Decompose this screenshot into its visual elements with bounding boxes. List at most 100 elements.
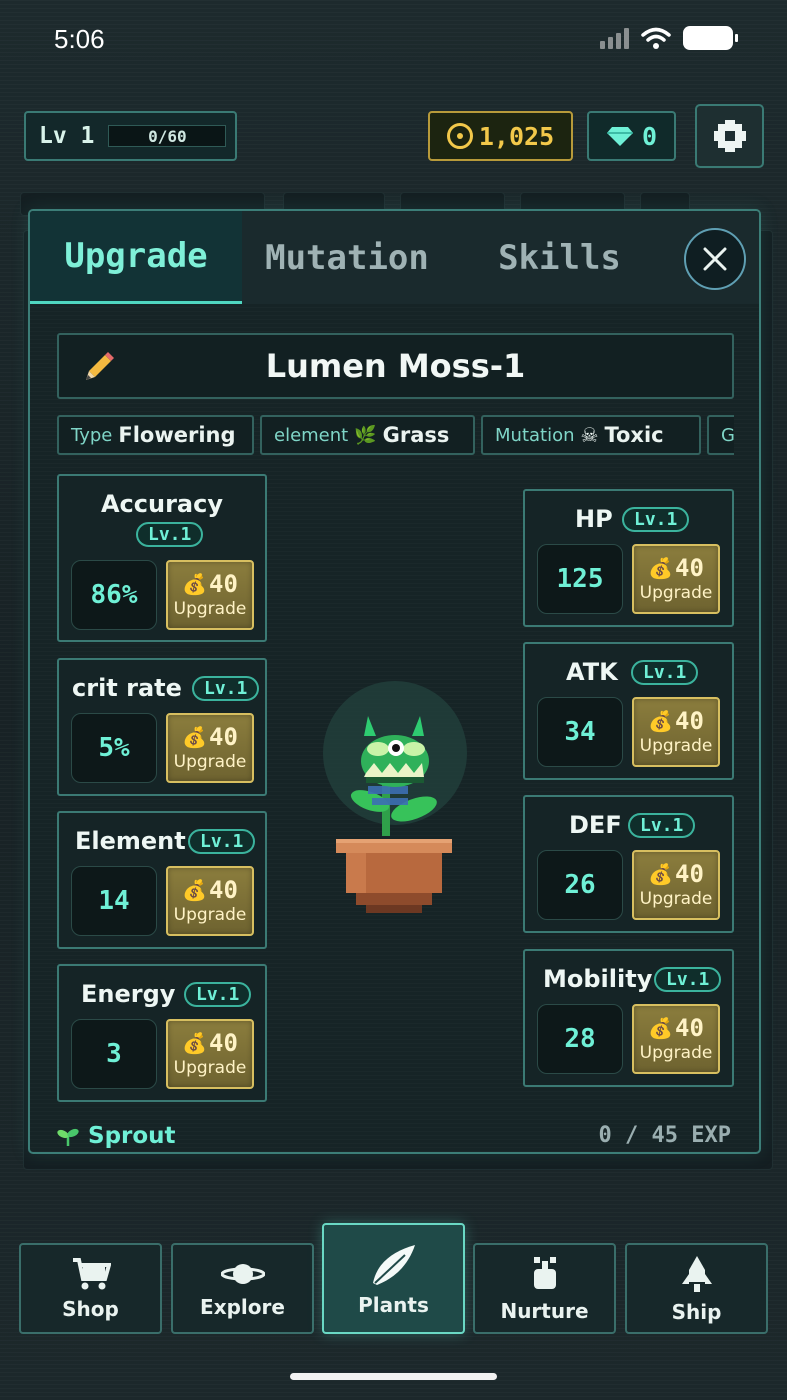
settings-button[interactable]: [695, 104, 764, 168]
nav-plants[interactable]: Plants: [322, 1223, 465, 1334]
skull-icon: ☠: [580, 423, 599, 447]
stat-level: Lv.1: [192, 676, 260, 701]
stat-level: Lv.1: [622, 507, 690, 532]
nav-explore[interactable]: Explore: [171, 1243, 314, 1334]
planet-icon: [220, 1263, 265, 1284]
close-icon: [703, 247, 727, 271]
stat-value: 3: [71, 1019, 157, 1089]
stat-level: Lv.1: [136, 522, 204, 547]
stat-name: Element: [75, 827, 186, 855]
stat-value: 26: [537, 850, 623, 920]
gold-amount: 1,025: [478, 121, 555, 151]
money-bag-icon: 💰: [182, 724, 207, 749]
upgrade-button[interactable]: 💰 40 Upgrade: [166, 1019, 254, 1089]
plant-name: Lumen Moss-1: [265, 347, 526, 385]
money-bag-icon: 💰: [648, 1015, 673, 1040]
tab-bar: Upgrade Mutation Skills: [30, 211, 759, 304]
xp-bar: 0/60: [108, 125, 227, 147]
coin-icon: [446, 123, 473, 149]
money-bag-icon: 💰: [182, 877, 207, 902]
battery-icon: [683, 26, 738, 50]
nav-shop[interactable]: Shop: [19, 1243, 162, 1334]
tab-upgrade[interactable]: Upgrade: [30, 211, 242, 304]
stat-name: HP: [575, 505, 613, 533]
stat-card-energy: Energy Lv.1 3 💰 40 Upgrade: [57, 964, 267, 1102]
stat-value: 86%: [71, 560, 157, 630]
stat-card-atk: ATK Lv.1 34 💰 40 Upgrade: [523, 642, 734, 780]
gear-icon: [713, 120, 746, 152]
cart-icon: [72, 1257, 111, 1289]
stat-name: Accuracy: [100, 490, 223, 518]
player-level: Lv 1: [39, 123, 95, 149]
exp-progress: 0 / 45 EXP: [598, 1123, 731, 1148]
plant-tags: Type Flowering element 🌿 Grass Mutation ☠ Tox…: [57, 415, 734, 455]
tab-skills[interactable]: Skills: [452, 211, 667, 304]
upgrade-button[interactable]: 💰 40 Upgrade: [166, 866, 254, 936]
plant-sprite[interactable]: [322, 681, 468, 921]
upgrade-button[interactable]: 💰 40 Upgrade: [632, 697, 720, 767]
upgrade-button[interactable]: 💰 40 Upgrade: [166, 713, 254, 783]
stat-level: Lv.1: [631, 660, 699, 685]
upgrade-button[interactable]: 💰 40 Upgrade: [632, 850, 720, 920]
stat-level: Lv.1: [628, 813, 696, 838]
close-button[interactable]: [684, 228, 746, 290]
growth-stage-label: Sprout: [88, 1123, 176, 1149]
tag-type: Type Flowering: [57, 415, 254, 455]
wifi-icon: [641, 27, 671, 49]
sprout-icon: [57, 1128, 79, 1146]
stat-value: 125: [537, 544, 623, 614]
gold-counter[interactable]: 1,025: [428, 111, 573, 161]
gem-amount: 0: [641, 121, 658, 151]
nav-label: Plants: [358, 1292, 429, 1317]
growth-stage: Sprout: [56, 1123, 176, 1149]
money-bag-icon: 💰: [648, 555, 673, 580]
money-bag-icon: 💰: [182, 1030, 207, 1055]
nav-label: Nurture: [500, 1298, 589, 1323]
tab-mutation[interactable]: Mutation: [242, 211, 452, 304]
home-indicator[interactable]: [290, 1373, 497, 1380]
plant-name-field[interactable]: Lumen Moss-1: [57, 333, 734, 399]
stat-name: ATK: [566, 658, 618, 686]
stat-card-hp: HP Lv.1 125 💰 40 Upgrade: [523, 489, 734, 627]
upgrade-button[interactable]: 💰 40 Upgrade: [166, 560, 254, 630]
plant-detail-panel: Upgrade Mutation Skills Lumen Moss-1 Typ…: [28, 209, 761, 1154]
stat-value: 14: [71, 866, 157, 936]
sprout-pot-icon: [533, 1256, 556, 1289]
stat-value: 28: [537, 1004, 623, 1074]
player-level-badge[interactable]: Lv 1 0/60: [24, 111, 237, 161]
stat-value: 34: [537, 697, 623, 767]
tag-mutation: Mutation ☠ Toxic: [481, 415, 701, 455]
stat-card-mobility: Mobility Lv.1 28 💰 40 Upgrade: [523, 949, 734, 1087]
money-bag-icon: 💰: [182, 571, 207, 596]
nav-label: Explore: [200, 1294, 285, 1319]
stat-name: Energy: [81, 980, 176, 1008]
xp-text: 0/60: [148, 126, 187, 146]
stat-value: 5%: [71, 713, 157, 783]
stat-name: crit rate: [72, 674, 182, 702]
signal-icon: [600, 27, 629, 49]
pencil-icon[interactable]: [83, 349, 117, 383]
nav-nurture[interactable]: Nurture: [473, 1243, 616, 1334]
stat-level: Lv.1: [184, 982, 252, 1007]
status-time: 5:06: [54, 24, 105, 54]
gem-counter[interactable]: 0: [587, 111, 676, 161]
stat-name: DEF: [569, 811, 622, 839]
leaf-icon: 🌿: [354, 424, 377, 446]
nav-ship[interactable]: Ship: [625, 1243, 768, 1334]
leaf-icon: [372, 1244, 415, 1285]
money-bag-icon: 💰: [648, 861, 673, 886]
stat-card-element: Element Lv.1 14 💰 40 Upgrade: [57, 811, 267, 949]
rocket-icon: [681, 1255, 712, 1292]
stat-card-accuracy: Accuracy Lv.1 86% 💰 40 Upgrade: [57, 474, 267, 642]
stat-name: Mobility: [543, 965, 653, 993]
stat-level: Lv.1: [654, 967, 722, 992]
tag-overflow: G: [707, 415, 734, 455]
tag-element: element 🌿 Grass: [260, 415, 475, 455]
stat-card-def: DEF Lv.1 26 💰 40 Upgrade: [523, 795, 734, 933]
upgrade-button[interactable]: 💰 40 Upgrade: [632, 544, 720, 614]
carnivorous-plant-icon: [323, 681, 467, 913]
money-bag-icon: 💰: [648, 708, 673, 733]
upgrade-button[interactable]: 💰 40 Upgrade: [632, 1004, 720, 1074]
stat-level: Lv.1: [188, 829, 256, 854]
stat-card-crit-rate: crit rate Lv.1 5% 💰 40 Upgrade: [57, 658, 267, 796]
